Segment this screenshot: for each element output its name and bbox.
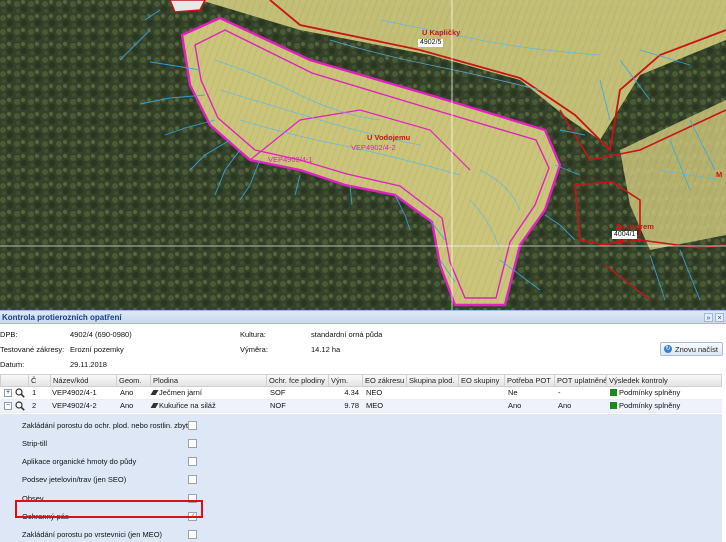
zoom-to-icon[interactable] [15,401,25,411]
test-value: Erozní pozemky [70,345,124,354]
row-protect-fce: NOF [270,401,286,410]
measure-checkbox[interactable] [188,457,197,466]
control-panel: Kontrola protierozních opatření » × DPB:… [0,310,726,542]
map-canvas[interactable] [0,0,726,310]
row-crop-label: Ječmen jarní [159,388,202,397]
row-geom: Ano [120,388,134,397]
col-crop[interactable]: Plodina [151,375,267,387]
col-eo-group[interactable]: EO skupiny [459,375,505,387]
reload-button[interactable]: ↻ Znovu načíst [660,342,723,356]
col-geom[interactable]: Geom. [117,375,151,387]
col-pot-need[interactable]: Potřeba POT [505,375,555,387]
highlight-box [15,500,203,518]
zoom-to-icon[interactable] [15,388,25,398]
col-name[interactable]: Název/kód [51,375,117,387]
refresh-icon: ↻ [664,345,673,353]
row-area: 4.34 [344,388,359,397]
collapse-row-icon[interactable]: − [4,402,12,410]
measure-checkbox[interactable] [188,421,197,430]
col-result[interactable]: Výsledek kontroly [607,375,723,387]
col-crop-group[interactable]: Skupina plod. [407,375,459,387]
map-view[interactable]: U Kapličky 4902/5 U Vodojemu VEP4902/4-2… [0,0,726,310]
status-ok-icon [610,402,617,409]
map-label-za-dvorem: Za dvorem [616,222,654,231]
date-value: 29.11.2018 [70,360,107,369]
measure-label: Podsev jetelovin/trav (jen SEO) [22,475,127,484]
measure-checkbox[interactable] [188,439,197,448]
row-protect-fce: SOF [270,388,286,397]
map-label-parcel-4902-5: 4902/5 [418,39,444,47]
row-eo-group [460,400,504,412]
reload-button-label: Znovu načíst [675,344,718,354]
pencil-icon [150,390,159,395]
col-eo-drawing[interactable]: EO zákresu [363,375,407,387]
info-section: DPB: 4902/4 (690-0980) Testované zákresy… [0,324,726,372]
panel-header: Kontrola protierozních opatření » × [0,310,726,324]
measure-label: Zakládání porostu po vrstevnici (jen MEO… [22,530,163,539]
map-label-u-kaplicky: U Kapličky [422,28,461,37]
map-label-u-vodojemu: U Vodojemu [367,133,411,142]
row-eo-group [460,387,504,399]
row-crop-group [408,387,458,399]
col-protect-fce[interactable]: Ochr. fce plodiny [267,375,329,387]
measure-checkbox[interactable] [188,530,197,539]
measure-label: Strip-till [22,439,48,448]
row-eo-drawing: MEO [366,401,384,410]
map-label-vep-4902-4-2: VEP4902/4-2 [351,143,396,152]
row-area: 9.78 [344,401,359,410]
vymera-value: 14.12 ha [311,345,341,354]
row-number: 1 [32,388,37,397]
col-number[interactable]: Č [29,375,51,387]
map-label-parcel-4004-1: 4004/1 [612,231,638,239]
row-name: VEP4902/4-2 [52,401,97,410]
row-result-label: Podmínky splněny [619,401,681,410]
kultura-label: Kultura: [240,330,266,339]
dpb-label: DPB: [0,330,18,339]
row-result: Podmínky splněny [608,387,722,399]
row-crop-label: Kukuřice na siláž [159,401,216,410]
grid-header: Č Název/kód Geom. Plodina Ochr. fce plod… [0,374,722,387]
row-pot-need: Ne [508,388,518,397]
col-area[interactable]: Vým. [329,375,363,387]
pencil-icon [150,403,159,408]
panel-title: Kontrola protierozních opatření [2,312,122,322]
measure-label: Aplikace organické hmoty do půdy [22,457,137,466]
row-crop[interactable]: Kukuřice na siláž [150,400,266,412]
row-result: Podmínky splněny [608,400,722,412]
close-icon[interactable]: × [715,312,724,322]
expand-icon[interactable]: + [4,389,12,397]
row-pot-applied: Ano [558,401,572,410]
row-name: VEP4902/4-1 [52,388,97,397]
row-crop[interactable]: Ječmen jarní [150,387,266,399]
row-pot-need: Ano [508,401,522,410]
col-tools [1,375,29,387]
row-geom: Ano [120,401,134,410]
table-row[interactable]: − 2 VEP4902/4-2 Ano Kukuřice na siláž NO… [0,400,722,413]
collapse-icon[interactable]: » [704,312,713,322]
kultura-value: standardní orná půda [311,330,383,339]
row-result-label: Podmínky splněny [619,388,681,397]
test-label: Testované zákresy: [0,345,65,354]
row-pot-applied: - [558,388,561,397]
vymera-label: Výměra: [240,345,268,354]
col-pot-applied[interactable]: POT uplatněné [555,375,607,387]
measures-panel: Zakládání porostu do ochr. plod. nebo ro… [0,414,722,542]
row-crop-group [408,400,458,412]
table-row[interactable]: + 1 VEP4902/4-1 Ano Ječmen jarní SOF 4.3… [0,387,722,400]
measure-label: Zakládání porostu do ochr. plod. nebo ro… [22,421,196,430]
map-label-vep-4902-4-1: VEP4902/4-1 [268,155,313,164]
measure-checkbox[interactable] [188,475,197,484]
row-number: 2 [32,401,37,410]
date-label: Datum: [0,360,25,369]
status-ok-icon [610,389,617,396]
dpb-value: 4902/4 (690-0980) [70,330,132,339]
map-label-edge: M [716,170,723,179]
row-eo-drawing: NEO [366,388,383,397]
